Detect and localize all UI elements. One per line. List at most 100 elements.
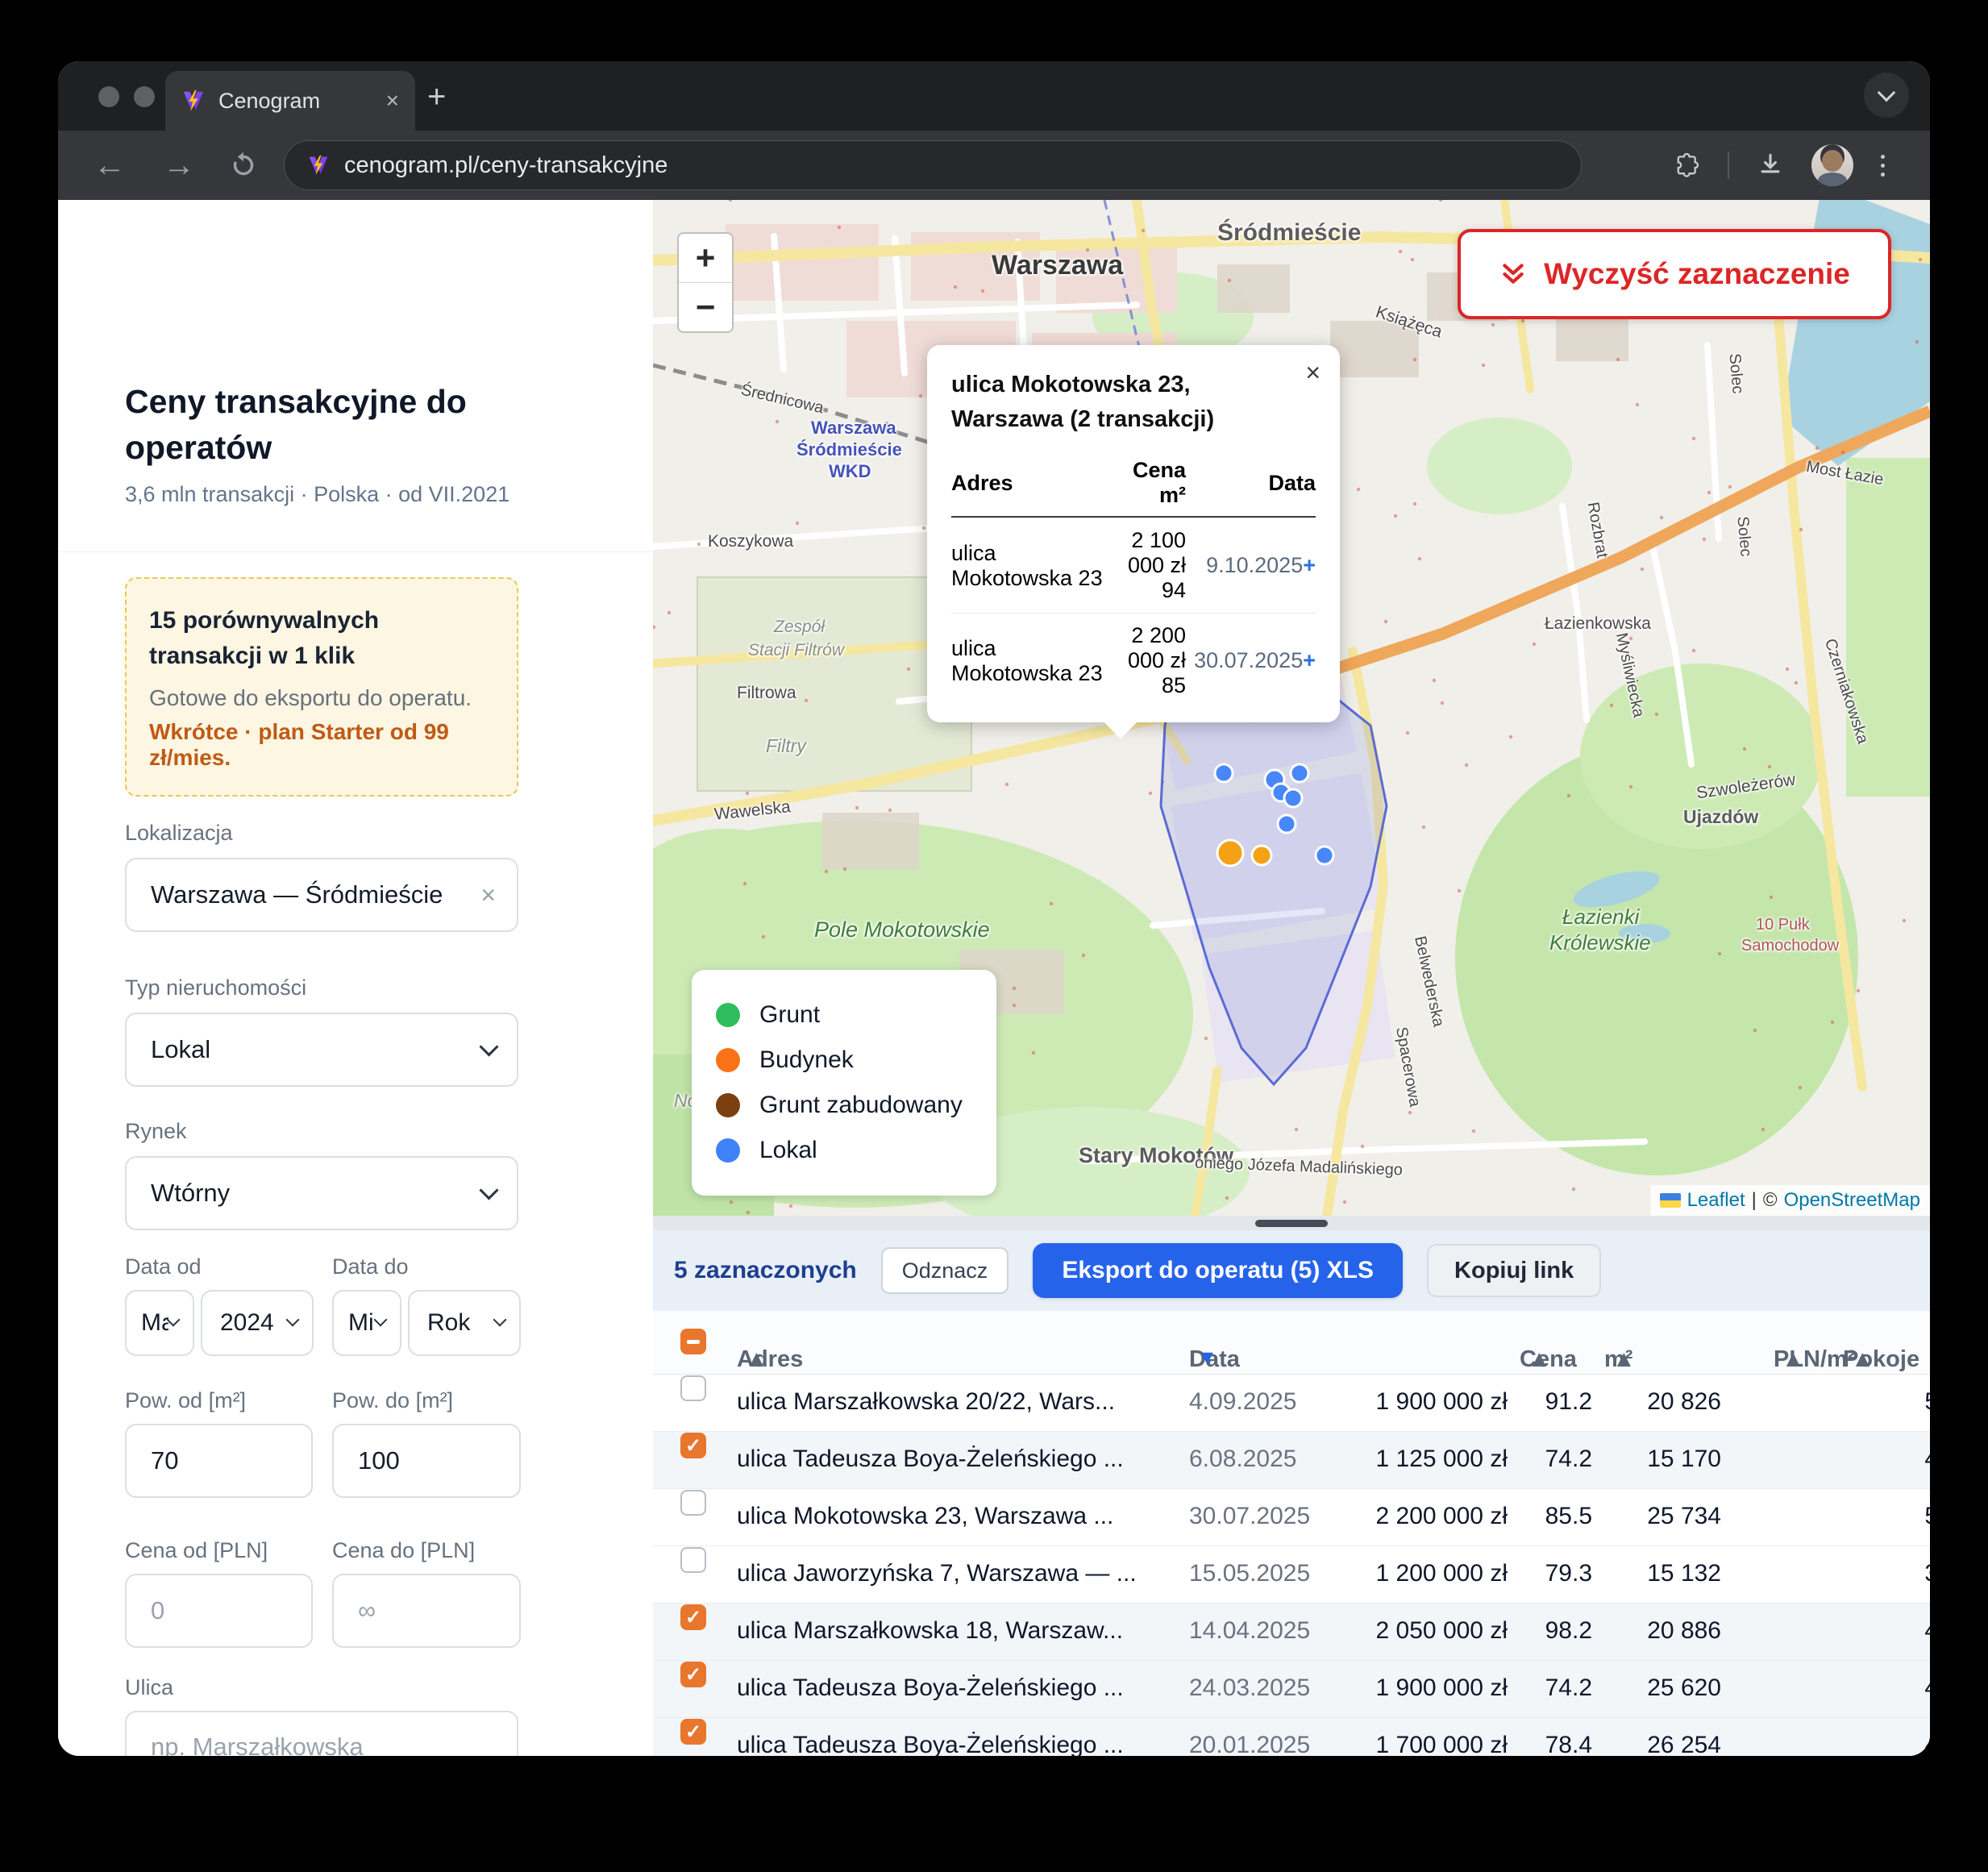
cena-do-input[interactable]: ∞: [332, 1574, 521, 1648]
table-row[interactable]: ulica Marszałkowska 20/22, Wars... 4.09.…: [653, 1375, 1930, 1432]
screenshot-root: Cenogram × + ← → cenogram.pl/ceny-t: [0, 0, 1988, 1872]
cell-pln-m2: 15 170: [1600, 1446, 1721, 1473]
extensions-icon[interactable]: [1673, 152, 1700, 179]
toolbar-separator: [1728, 152, 1729, 179]
browser-tab[interactable]: Cenogram ×: [165, 71, 415, 131]
popup-row-expand[interactable]: +: [1303, 553, 1316, 577]
zoom-out-button[interactable]: −: [679, 283, 732, 331]
ukraine-flag-icon: [1660, 1193, 1681, 1208]
table-row[interactable]: ulica Jaworzyńska 7, Warszawa — ... 15.0…: [653, 1546, 1930, 1604]
data-do-month-select[interactable]: Mi: [332, 1290, 401, 1356]
copy-link-button[interactable]: Kopiuj link: [1427, 1244, 1601, 1297]
ulica-input[interactable]: np. Marszałkowska: [125, 1711, 518, 1756]
cena-od-label: Cena od [PLN]: [125, 1538, 268, 1563]
cena-od-input[interactable]: 0: [125, 1574, 313, 1648]
popup-col-data: Data: [1191, 471, 1316, 496]
cell-pln-m2: 25 734: [1600, 1503, 1721, 1530]
popup-row-expand[interactable]: +: [1303, 648, 1316, 672]
double-chevron-down-icon: [1499, 260, 1528, 289]
data-od-month-select[interactable]: Ma: [125, 1290, 194, 1356]
url-text: cenogram.pl/ceny-transakcyjne: [344, 152, 668, 179]
pow-do-input[interactable]: 100: [332, 1424, 521, 1498]
browser-toolbar: ← → cenogram.pl/ceny-transakcyjne: [58, 131, 1930, 200]
month-value: Ma: [141, 1309, 168, 1337]
popup-row-price: 2 100 000 zł 94: [1121, 528, 1191, 603]
row-checkbox[interactable]: [680, 1490, 706, 1516]
row-checkbox[interactable]: [680, 1662, 706, 1687]
select-all-checkbox[interactable]: [680, 1329, 706, 1354]
popup-row-date: 9.10.2025: [1206, 553, 1303, 577]
popup-row-date-cell: 9.10.2025+: [1191, 553, 1316, 578]
table-row[interactable]: ulica Mokotowska 23, Warszawa ... 30.07.…: [653, 1489, 1930, 1546]
map-attribution: Leaflet | © OpenStreetMap: [1650, 1185, 1930, 1216]
table-toolbar: 5 zaznaczonych Odznacz Eksport do operat…: [653, 1230, 1930, 1311]
cena-do-label: Cena do [PLN]: [332, 1538, 475, 1563]
clear-selection-button[interactable]: Wyczyść zaznaczenie: [1458, 229, 1891, 319]
table-row[interactable]: ulica Tadeusza Boya-Żeleńskiego ... 24.0…: [653, 1661, 1930, 1718]
table-row[interactable]: ulica Tadeusza Boya-Żeleńskiego ... 6.08…: [653, 1432, 1930, 1489]
popup-table-header: Adres Cena m² Data: [951, 453, 1316, 518]
rynek-select[interactable]: Wtórny: [125, 1156, 518, 1230]
reload-button[interactable]: [229, 131, 258, 200]
row-checkbox[interactable]: [680, 1433, 706, 1458]
data-do-year-select[interactable]: Rok: [408, 1290, 521, 1356]
lokalizacja-input[interactable]: Warszawa — Śródmieście ×: [125, 858, 518, 932]
pow-od-input[interactable]: 70: [125, 1424, 313, 1498]
data-od-year-select[interactable]: 2024: [201, 1290, 314, 1356]
cell-rooms: 4: [1898, 1446, 1930, 1473]
drag-handle-icon[interactable]: [1255, 1220, 1328, 1227]
chevron-down-icon: [479, 1037, 498, 1056]
forward-button[interactable]: →: [163, 131, 195, 200]
legend-label: Grunt zabudowany: [759, 1092, 963, 1119]
row-checkbox[interactable]: [680, 1719, 706, 1745]
row-checkbox[interactable]: [680, 1375, 706, 1401]
new-tab-button[interactable]: +: [427, 79, 446, 115]
row-checkbox[interactable]: [680, 1547, 706, 1573]
cell-rooms: 3: [1898, 1560, 1930, 1587]
legend-dot: [716, 1093, 740, 1117]
ulica-placeholder: np. Marszałkowska: [151, 1733, 364, 1756]
leaflet-link[interactable]: Leaflet: [1687, 1189, 1745, 1212]
cell-pln-m2: 20 886: [1600, 1617, 1721, 1645]
table-row[interactable]: ulica Tadeusza Boya-Żeleńskiego ... 20.0…: [653, 1718, 1930, 1756]
typ-select[interactable]: Lokal: [125, 1013, 518, 1087]
back-button[interactable]: ←: [94, 131, 126, 200]
map-table-resize-handle[interactable]: [653, 1216, 1930, 1230]
table-body: ulica Marszałkowska 20/22, Wars... 4.09.…: [653, 1375, 1930, 1756]
cell-date: 24.03.2025: [1189, 1674, 1310, 1702]
row-checkbox[interactable]: [680, 1604, 706, 1630]
tab-search-button[interactable]: [1864, 73, 1909, 118]
marker-budynek[interactable]: [1217, 840, 1243, 866]
zoom-in-button[interactable]: +: [679, 234, 732, 283]
legend-item: Lokal: [716, 1128, 972, 1173]
address-bar[interactable]: cenogram.pl/ceny-transakcyjne: [284, 140, 1582, 190]
tab-close-icon[interactable]: ×: [386, 88, 399, 114]
marker-budynek[interactable]: [1252, 846, 1271, 865]
profile-avatar[interactable]: [1811, 144, 1853, 186]
table-row[interactable]: ulica Marszałkowska 18, Warszaw... 14.04…: [653, 1604, 1930, 1661]
export-button[interactable]: Eksport do operatu (5) XLS: [1033, 1243, 1403, 1298]
clear-location-icon[interactable]: ×: [480, 880, 517, 910]
marker-lokal[interactable]: [1291, 764, 1308, 782]
cell-pln-m2: 15 132: [1600, 1560, 1721, 1587]
promo-title: 15 porównywalnych transakcji w 1 klik: [149, 603, 494, 674]
marker-lokal[interactable]: [1316, 847, 1333, 864]
chevron-down-icon: [167, 1313, 181, 1327]
marker-lokal[interactable]: [1278, 815, 1296, 833]
cell-area: 74.2: [1512, 1674, 1592, 1702]
map-canvas[interactable]: WarszawaŚródmieścieKsiążęcaWarszawaŚródm…: [653, 200, 1930, 1216]
openstreetmap-link[interactable]: OpenStreetMap: [1784, 1189, 1920, 1212]
browser-menu-icon[interactable]: [1881, 155, 1885, 177]
marker-lokal[interactable]: [1215, 764, 1233, 782]
cena-do-placeholder: ∞: [358, 1596, 376, 1625]
promo-line1: Gotowe do eksportu do operatu.: [149, 685, 494, 711]
download-icon[interactable]: [1757, 152, 1784, 179]
marker-lokal[interactable]: [1284, 789, 1302, 807]
deselect-button[interactable]: Odznacz: [881, 1247, 1009, 1294]
page-title: Ceny transakcyjne do operatów: [125, 379, 576, 471]
cell-address: ulica Tadeusza Boya-Żeleńskiego ...: [737, 1732, 1124, 1756]
legend-dot: [716, 1138, 740, 1163]
popup-close-icon[interactable]: ×: [1305, 358, 1320, 388]
popup-row-date: 30.07.2025: [1194, 648, 1303, 672]
sort-icon: ▲: [1612, 1346, 1636, 1373]
